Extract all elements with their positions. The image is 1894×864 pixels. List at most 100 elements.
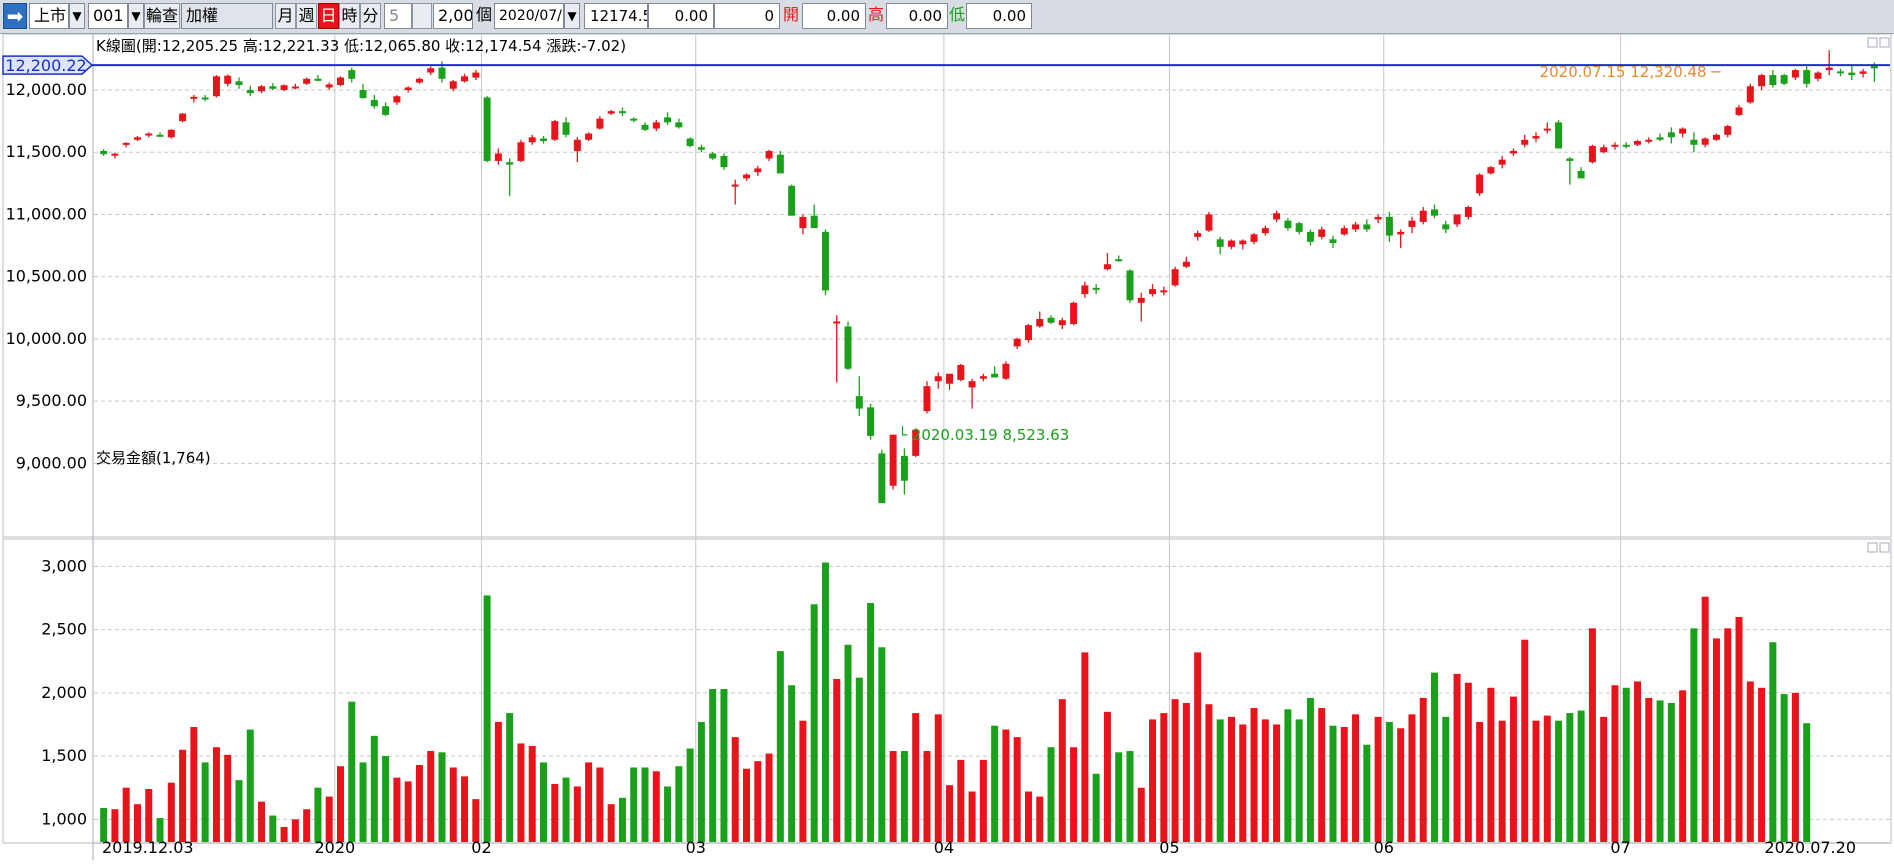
volume-bar	[596, 767, 604, 842]
candle	[788, 184, 796, 216]
candle-body	[359, 90, 367, 99]
volume-bar	[1780, 694, 1788, 842]
code-input[interactable]: 001	[88, 3, 128, 29]
candle	[867, 403, 875, 440]
date-dropdown-icon[interactable]: ▼	[564, 3, 580, 29]
volume-bar	[1036, 796, 1044, 842]
candle-body	[179, 113, 187, 122]
candle-body	[1115, 259, 1123, 262]
volume-bar	[1521, 639, 1529, 842]
query-button[interactable]: 輪查	[144, 3, 180, 29]
candle-body	[607, 111, 615, 114]
volume-bar	[833, 678, 841, 842]
code-dropdown-icon[interactable]: ▼	[128, 3, 144, 29]
candle	[1555, 119, 1563, 149]
candle-body	[731, 184, 739, 187]
volume-bar	[562, 777, 570, 842]
candle-body	[1171, 269, 1179, 286]
candle-body	[1656, 137, 1664, 140]
candle-body	[844, 326, 852, 369]
period-hour-button[interactable]: 時	[339, 3, 360, 29]
candle-body	[540, 138, 547, 142]
candle-body	[1814, 72, 1822, 79]
minute-input[interactable]: 5	[384, 3, 412, 29]
volume-bar	[100, 807, 108, 842]
volume-bar	[1769, 642, 1777, 842]
volume-bar	[1487, 687, 1495, 842]
candle-body	[754, 168, 762, 173]
kline-title: K線圖(開:12,205.25 高:12,221.33 低:12,065.80 …	[96, 37, 626, 55]
candle-body	[506, 162, 514, 165]
chart-svg[interactable]: K線圖(開:12,205.25 高:12,221.33 低:12,065.80 …	[0, 33, 1894, 860]
volume-bar	[449, 767, 457, 842]
price-tick-label: 9,000.00	[16, 453, 87, 472]
period-minute-button[interactable]: 分	[360, 3, 381, 29]
volume-bar	[1701, 596, 1709, 842]
last-price: 12174.54	[584, 3, 648, 29]
volume-bar	[1092, 773, 1100, 842]
volume-tick-label: 2,500	[41, 620, 87, 639]
candle-body	[821, 231, 829, 291]
market-select[interactable]: 上市	[29, 3, 69, 29]
candle-body	[528, 137, 536, 143]
candle-body	[1149, 289, 1157, 295]
candle-body	[1735, 107, 1743, 115]
time-tick-label: 03	[686, 838, 706, 857]
spin-button[interactable]	[412, 3, 432, 29]
volume-bar	[1239, 724, 1247, 842]
chart-area[interactable]: K線圖(開:12,205.25 高:12,221.33 低:12,065.80 …	[0, 33, 1894, 860]
price-tick-label: 12,000.00	[6, 80, 87, 99]
volume-bar	[1645, 697, 1653, 842]
candle-body	[1487, 167, 1495, 174]
candle-body	[1216, 239, 1224, 247]
count-input[interactable]: 2,000	[433, 3, 473, 29]
high-label: 高	[867, 5, 884, 24]
candle-body	[1194, 233, 1202, 237]
volume-bar	[585, 762, 593, 842]
volume-bar	[246, 729, 254, 842]
volume-bar	[1667, 702, 1675, 842]
candle-body	[979, 376, 987, 379]
candle-body	[1464, 206, 1472, 217]
volume-bar	[1791, 692, 1799, 842]
crosshair-value: 12,200.22	[5, 56, 86, 75]
volume-bar	[224, 754, 232, 842]
volume-bar	[1476, 721, 1484, 842]
candle-body	[449, 81, 457, 89]
candle	[1746, 83, 1754, 104]
arrow-right-icon[interactable]: ➡	[3, 3, 27, 29]
candle-body	[1555, 122, 1563, 149]
volume-bar	[652, 771, 660, 842]
period-week-button[interactable]: 週	[296, 3, 317, 29]
candle-body	[664, 117, 672, 123]
period-day-button[interactable]: 日	[318, 3, 339, 29]
candle-body	[889, 434, 897, 486]
date-input[interactable]: 2020/07/21	[494, 3, 564, 29]
volume-bar	[1340, 726, 1348, 842]
volume-bar	[618, 797, 626, 842]
volume-bar	[291, 819, 299, 842]
candle-body	[1769, 75, 1777, 86]
candle-body	[923, 386, 931, 412]
volume-bar	[821, 562, 829, 842]
volume-bar	[382, 756, 390, 842]
volume-bar	[765, 753, 773, 842]
period-month-button[interactable]: 月	[275, 3, 296, 29]
candle-body	[1126, 270, 1134, 301]
volume-bar	[472, 799, 480, 842]
candle-body	[201, 97, 209, 100]
volume-bar	[1227, 716, 1235, 842]
volume-bar	[269, 815, 277, 842]
candle-body	[641, 124, 649, 130]
volume-bar	[664, 786, 672, 842]
volume-bar	[303, 809, 311, 842]
time-tick-label: 2019.12.03	[102, 838, 194, 857]
volume-bar	[630, 767, 638, 842]
time-tick-label: 05	[1159, 838, 1179, 857]
volume-bar	[1182, 702, 1190, 842]
candle-body	[1712, 134, 1720, 140]
volume-tick-label: 2,000	[41, 683, 87, 702]
candle	[1780, 73, 1788, 86]
market-dropdown-icon[interactable]: ▼	[69, 3, 85, 29]
volume-bar	[540, 762, 547, 842]
